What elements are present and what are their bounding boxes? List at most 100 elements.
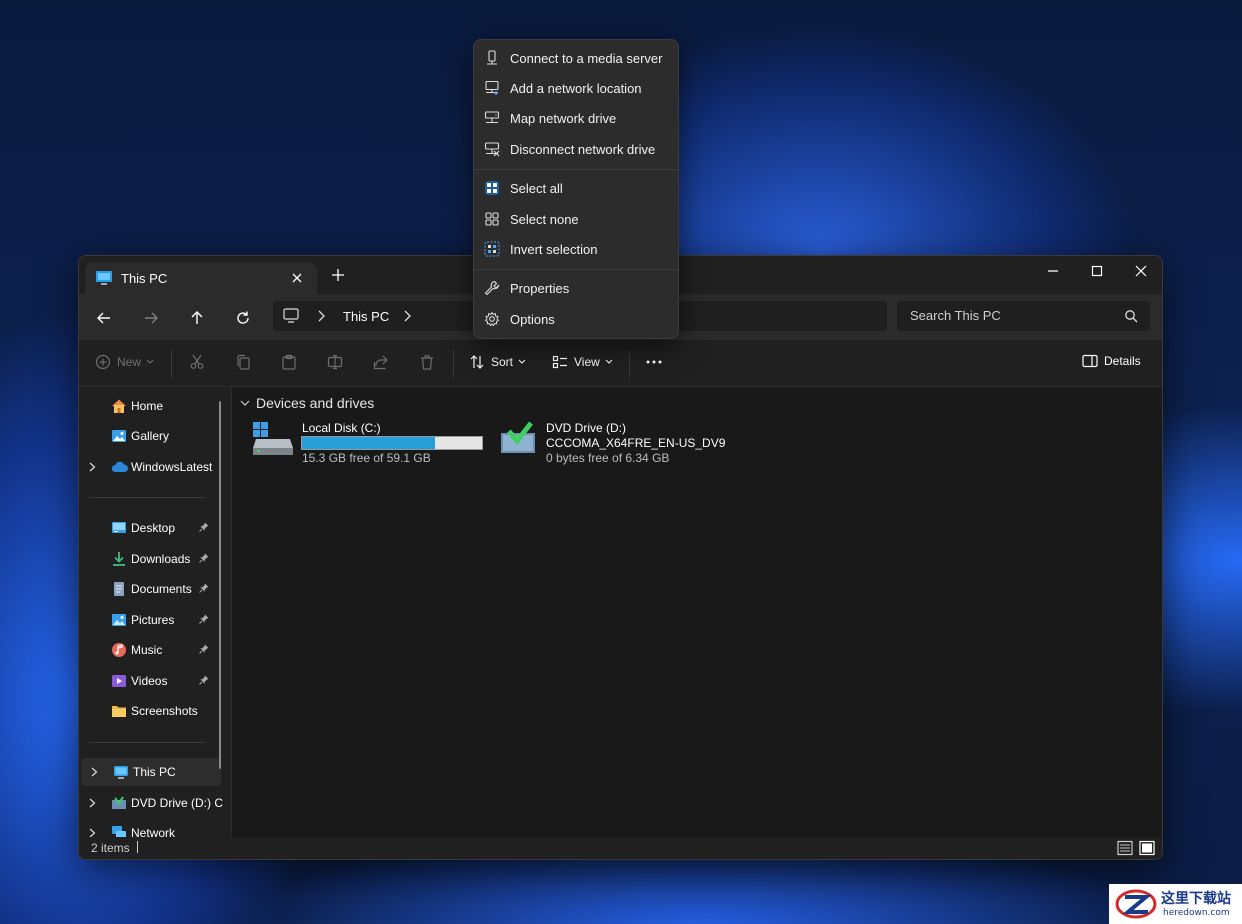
see-more-button[interactable]: [645, 354, 663, 370]
search-box[interactable]: [897, 301, 1150, 331]
share-icon: [373, 354, 389, 370]
pin-icon[interactable]: [199, 553, 209, 563]
forward-arrow-icon[interactable]: [140, 307, 162, 329]
sidebar-item-screenshots[interactable]: Screenshots: [79, 697, 219, 725]
sidebar-item-label: Home: [131, 399, 164, 413]
menu-item-invert-selection[interactable]: Invert selection: [478, 235, 674, 263]
toolbar-divider: [453, 350, 454, 378]
pin-icon[interactable]: [199, 675, 209, 685]
map-drive-icon: [484, 110, 500, 126]
sort-button[interactable]: Sort: [469, 354, 526, 370]
pin-icon[interactable]: [199, 583, 209, 593]
chevron-right-icon[interactable]: [403, 310, 411, 322]
monitor-icon: [95, 270, 113, 286]
menu-item-add-network-location[interactable]: Add a network location: [478, 74, 674, 102]
new-button[interactable]: New: [95, 354, 154, 370]
media-server-icon: [484, 50, 500, 66]
sidebar-item-label: Pictures: [131, 613, 175, 627]
menu-item-map-network-drive[interactable]: Map network drive: [478, 104, 674, 132]
group-header[interactable]: Devices and drives: [240, 395, 374, 411]
sort-label: Sort: [491, 355, 514, 369]
sidebar-item-label: Documents: [131, 582, 192, 596]
file-explorer-window: This PC This PC Search This PC New Sort …: [78, 255, 1163, 860]
tiles-view-icon[interactable]: [1139, 840, 1155, 856]
sidebar-item-this-pc[interactable]: This PC: [81, 758, 221, 786]
sidebar-item-label: Downloads: [131, 552, 191, 566]
dvd-icon: [111, 795, 127, 811]
delete-button[interactable]: [419, 354, 435, 370]
sidebar-item-label: Screenshots: [131, 704, 198, 718]
toolbar-divider: [171, 350, 172, 378]
menu-item-disconnect-network-drive[interactable]: Disconnect network drive: [478, 135, 674, 163]
sidebar-item-label: Gallery: [131, 429, 170, 443]
sidebar-divider: [89, 742, 205, 743]
maximize-icon[interactable]: [1075, 256, 1119, 286]
sidebar-item-windowslatest[interactable]: WindowsLatest: [79, 453, 219, 481]
minimize-icon[interactable]: [1031, 256, 1075, 286]
sidebar-scrollbar[interactable]: [219, 401, 221, 769]
pin-icon[interactable]: [199, 522, 209, 532]
chevron-right-icon[interactable]: [89, 462, 96, 472]
sidebar-item-home[interactable]: Home: [79, 392, 219, 420]
details-label: Details: [1104, 354, 1141, 368]
pin-icon[interactable]: [199, 644, 209, 654]
chevron-right-icon[interactable]: [91, 767, 98, 777]
sidebar-item-dvd-drive[interactable]: DVD Drive (D:) C: [79, 789, 223, 817]
invert-selection-icon: [484, 241, 500, 257]
menu-item-select-none[interactable]: Select none: [478, 205, 674, 233]
sidebar-item-downloads[interactable]: Downloads: [79, 545, 219, 573]
sidebar-item-music[interactable]: Music: [79, 636, 219, 664]
music-icon: [111, 642, 127, 658]
copy-button[interactable]: [235, 354, 251, 370]
pin-icon[interactable]: [199, 614, 209, 624]
rename-button[interactable]: [327, 354, 343, 370]
sidebar-item-documents[interactable]: Documents: [79, 575, 219, 603]
group-label: Devices and drives: [256, 395, 375, 411]
rename-icon: [327, 354, 343, 370]
sidebar-item-gallery[interactable]: Gallery: [79, 422, 219, 450]
new-tab-icon[interactable]: [331, 268, 347, 284]
tab-this-pc[interactable]: This PC: [85, 262, 317, 294]
drive-volume-label: CCCOMA_X64FRE_EN-US_DV9: [546, 436, 726, 450]
paste-button[interactable]: [281, 354, 297, 370]
sidebar-item-pictures[interactable]: Pictures: [79, 606, 219, 634]
search-input[interactable]: [910, 308, 1110, 323]
menu-item-label: Map network drive: [510, 111, 617, 126]
menu-item-label: Invert selection: [510, 242, 598, 257]
plus-circle-icon: [95, 354, 111, 370]
menu-item-options[interactable]: Options: [478, 305, 674, 333]
refresh-icon[interactable]: [232, 307, 254, 329]
details-view-icon[interactable]: [1117, 840, 1133, 856]
details-button[interactable]: Details: [1082, 354, 1141, 368]
menu-item-properties[interactable]: Properties: [478, 274, 674, 302]
view-button[interactable]: View: [552, 354, 613, 370]
share-button[interactable]: [373, 354, 389, 370]
sidebar-item-desktop[interactable]: Desktop: [79, 514, 219, 542]
drive-free-space: 0 bytes free of 6.34 GB: [546, 451, 670, 465]
chevron-down-icon: [146, 359, 154, 365]
disconnect-drive-icon: [484, 141, 500, 157]
trash-icon: [419, 354, 435, 370]
up-arrow-icon[interactable]: [186, 307, 208, 329]
close-icon[interactable]: [1119, 256, 1162, 286]
drive-dvd-d[interactable]: DVD Drive (D:) CCCOMA_X64FRE_EN-US_DV9 0…: [500, 421, 740, 467]
view-list-icon: [552, 354, 568, 370]
close-tab-icon[interactable]: [289, 270, 305, 286]
sidebar-item-label: Desktop: [131, 521, 176, 535]
sidebar-item-videos[interactable]: Videos: [79, 667, 219, 695]
chevron-down-icon[interactable]: [240, 399, 250, 407]
sidebar-item-label: WindowsLatest: [131, 460, 213, 474]
menu-item-select-all[interactable]: Select all: [478, 174, 674, 202]
cut-button[interactable]: [189, 354, 205, 370]
back-arrow-icon[interactable]: [93, 307, 115, 329]
sort-icon: [469, 354, 485, 370]
new-label: New: [117, 355, 142, 369]
scissors-icon: [189, 354, 205, 370]
chevron-right-icon[interactable]: [317, 310, 325, 322]
menu-item-label: Select none: [510, 212, 579, 227]
drive-local-disk-c[interactable]: Local Disk (C:) 15.3 GB free of 59.1 GB: [252, 421, 492, 467]
search-icon[interactable]: [1124, 309, 1138, 323]
menu-item-connect-media-server[interactable]: Connect to a media server: [478, 44, 674, 72]
breadcrumb-this-pc[interactable]: This PC: [343, 309, 389, 324]
chevron-right-icon[interactable]: [89, 798, 96, 808]
